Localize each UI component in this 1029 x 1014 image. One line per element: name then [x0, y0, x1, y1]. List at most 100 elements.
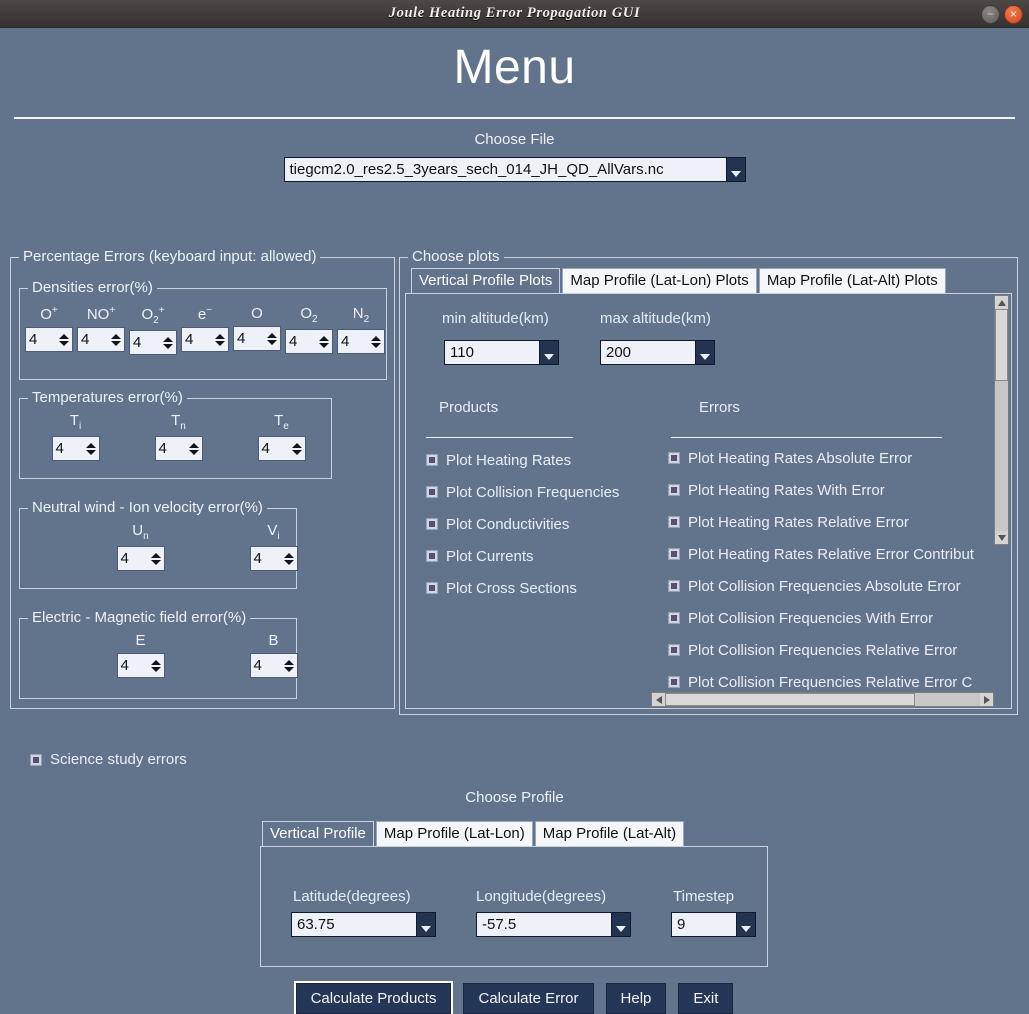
errors-vertical-scrollbar[interactable]	[994, 295, 1009, 545]
minimize-icon[interactable]: −	[981, 4, 1000, 24]
spinner-arrows-icon[interactable]	[316, 330, 332, 353]
science-study-errors-checkbox[interactable]: Science study errors	[30, 751, 187, 768]
timestep-dropdown[interactable]: 9	[671, 912, 756, 937]
density-spinner-5[interactable]: 4	[285, 329, 333, 354]
error-checkbox-3[interactable]: Plot Heating Rates Relative Error Contri…	[668, 538, 998, 570]
error-checkbox-label-1: Plot Heating Rates With Error	[688, 481, 885, 499]
field-spinner-1[interactable]: 4	[249, 653, 298, 678]
min-altitude-dropdown[interactable]: 110	[444, 340, 559, 365]
exit-button[interactable]: Exit	[678, 983, 734, 1014]
error-checkbox-6[interactable]: Plot Collision Frequencies Relative Erro…	[668, 634, 998, 666]
checkbox-icon[interactable]	[426, 486, 438, 498]
checkbox-icon[interactable]	[668, 484, 680, 496]
temperature-spinner-0[interactable]: 4	[51, 436, 100, 461]
density-spinner-4[interactable]: 4	[233, 326, 281, 351]
product-checkbox-0[interactable]: Plot Heating Rates	[426, 444, 651, 476]
plot-tab-1[interactable]: Map Profile (Lat-Lon) Plots	[562, 267, 757, 293]
scroll-right-icon[interactable]	[980, 693, 993, 706]
density-value-2: 4	[133, 334, 142, 351]
density-value-5: 4	[289, 333, 298, 350]
spinner-arrows-icon[interactable]	[289, 437, 305, 460]
calculate-error-button[interactable]: Calculate Error	[463, 983, 594, 1014]
temperature-spinner-2[interactable]: 4	[257, 436, 306, 461]
error-checkbox-7[interactable]: Plot Collision Frequencies Relative Erro…	[668, 666, 998, 690]
scroll-down-icon[interactable]	[995, 531, 1008, 544]
plot-tab-2[interactable]: Map Profile (Lat-Alt) Plots	[758, 267, 946, 293]
spinner-arrows-icon[interactable]	[160, 331, 176, 354]
spinner-arrows-icon[interactable]	[56, 328, 72, 351]
error-checkbox-4[interactable]: Plot Collision Frequencies Absolute Erro…	[668, 570, 998, 602]
spinner-arrows-icon[interactable]	[83, 437, 99, 460]
error-checkbox-1[interactable]: Plot Heating Rates With Error	[668, 474, 998, 506]
density-value-1: 4	[81, 331, 90, 348]
checkbox-icon[interactable]	[426, 550, 438, 562]
density-field-5: O2 4	[283, 305, 335, 355]
profile-tab-2[interactable]: Map Profile (Lat-Alt)	[534, 820, 685, 846]
scroll-left-icon[interactable]	[652, 693, 665, 706]
product-checkbox-label-2: Plot Conductivities	[446, 515, 570, 533]
spinner-arrows-icon[interactable]	[148, 547, 164, 570]
chevron-down-icon[interactable]	[539, 341, 558, 364]
max-altitude-label: max altitude(km)	[600, 310, 711, 327]
spinner-arrows-icon[interactable]	[212, 328, 228, 351]
chevron-down-icon[interactable]	[725, 157, 745, 181]
wind-spinner-0[interactable]: 4	[116, 546, 165, 571]
density-spinner-2[interactable]: 4	[129, 330, 177, 355]
spinner-arrows-icon[interactable]	[368, 330, 384, 353]
checkbox-icon[interactable]	[668, 644, 680, 656]
product-checkbox-4[interactable]: Plot Cross Sections	[426, 572, 651, 604]
profile-tab-0[interactable]: Vertical Profile	[262, 820, 374, 846]
checkbox-icon[interactable]	[668, 612, 680, 624]
latitude-dropdown[interactable]: 63.75	[291, 912, 436, 937]
checkbox-icon[interactable]	[426, 582, 438, 594]
wind-field-0: Un 4	[74, 522, 207, 571]
close-icon[interactable]: ×	[1004, 4, 1023, 24]
density-spinner-3[interactable]: 4	[181, 327, 229, 352]
wind-value-0: 4	[120, 550, 129, 567]
chevron-down-icon[interactable]	[695, 341, 714, 364]
chevron-down-icon[interactable]	[736, 913, 755, 936]
wind-spinner-1[interactable]: 4	[249, 546, 298, 571]
checkbox-icon[interactable]	[426, 454, 438, 466]
spinner-arrows-icon[interactable]	[148, 654, 164, 677]
chevron-down-icon[interactable]	[611, 913, 630, 936]
error-checkbox-label-5: Plot Collision Frequencies With Error	[688, 609, 934, 627]
density-spinner-0[interactable]: 4	[25, 327, 73, 352]
scroll-up-icon[interactable]	[995, 296, 1008, 309]
spinner-arrows-icon[interactable]	[186, 437, 202, 460]
spinner-arrows-icon[interactable]	[108, 328, 124, 351]
error-checkbox-0[interactable]: Plot Heating Rates Absolute Error	[668, 442, 998, 474]
plot-tab-0[interactable]: Vertical Profile Plots	[411, 267, 561, 293]
product-checkbox-3[interactable]: Plot Currents	[426, 540, 651, 572]
checkbox-icon[interactable]	[668, 580, 680, 592]
checkbox-icon[interactable]	[668, 676, 680, 688]
longitude-dropdown[interactable]: -57.5	[476, 912, 631, 937]
calculate-products-button[interactable]: Calculate Products	[293, 980, 454, 1014]
errors-header: Errors	[699, 399, 740, 416]
temperature-spinner-1[interactable]: 4	[154, 436, 203, 461]
horizontal-scroll-thumb[interactable]	[665, 693, 915, 706]
max-altitude-dropdown[interactable]: 200	[600, 340, 715, 365]
chevron-down-icon[interactable]	[416, 913, 435, 936]
checkbox-icon[interactable]	[30, 753, 42, 766]
error-checkbox-5[interactable]: Plot Collision Frequencies With Error	[668, 602, 998, 634]
checkbox-icon[interactable]	[426, 518, 438, 530]
error-checkbox-2[interactable]: Plot Heating Rates Relative Error	[668, 506, 998, 538]
density-label-6: N2	[352, 305, 370, 325]
density-spinner-1[interactable]: 4	[77, 327, 125, 352]
vertical-scroll-thumb[interactable]	[995, 309, 1008, 381]
field-spinner-0[interactable]: 4	[116, 653, 165, 678]
spinner-arrows-icon[interactable]	[281, 654, 297, 677]
spinner-arrows-icon[interactable]	[264, 327, 280, 350]
checkbox-icon[interactable]	[668, 452, 680, 464]
profile-tab-1[interactable]: Map Profile (Lat-Lon)	[375, 820, 533, 846]
errors-horizontal-scrollbar[interactable]	[651, 692, 994, 707]
product-checkbox-2[interactable]: Plot Conductivities	[426, 508, 651, 540]
choose-file-dropdown[interactable]: tiegcm2.0_res2.5_3years_sech_014_JH_QD_A…	[283, 156, 746, 182]
checkbox-icon[interactable]	[668, 516, 680, 528]
density-spinner-6[interactable]: 4	[337, 329, 385, 354]
product-checkbox-1[interactable]: Plot Collision Frequencies	[426, 476, 651, 508]
help-button[interactable]: Help	[605, 983, 667, 1014]
checkbox-icon[interactable]	[668, 548, 680, 560]
spinner-arrows-icon[interactable]	[281, 547, 297, 570]
